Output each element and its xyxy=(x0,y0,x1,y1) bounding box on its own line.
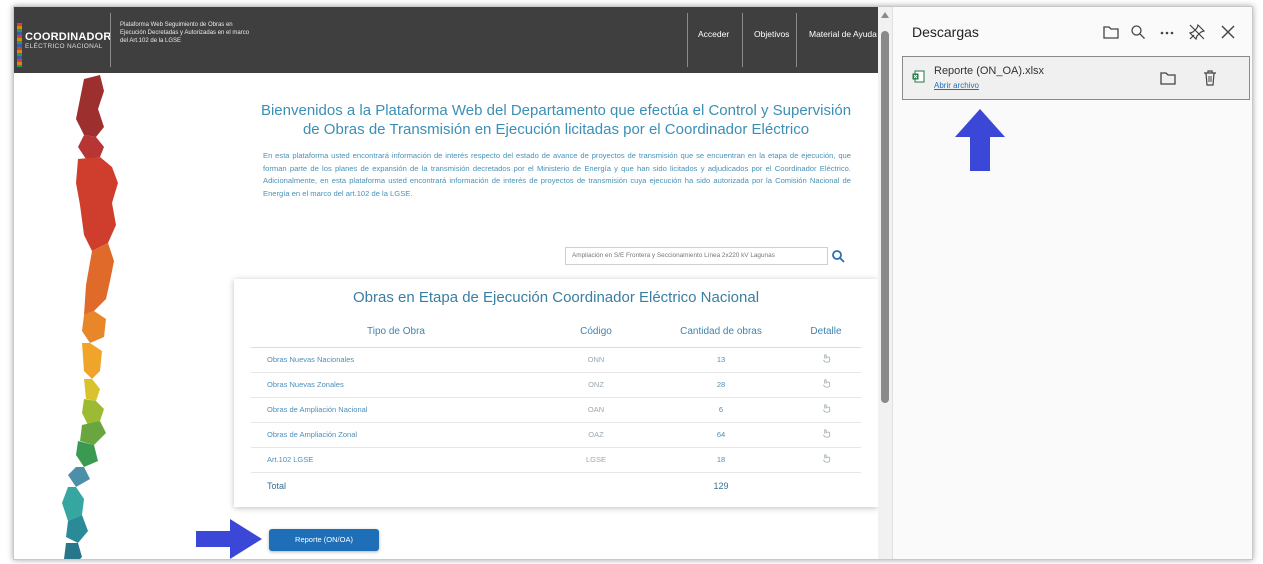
search-icon[interactable] xyxy=(830,248,846,264)
welcome-title: Bienvenidos a la Plataforma Web del Depa… xyxy=(260,102,852,138)
site-header: COORDINADOR ELÉCTRICO NACIONAL Plataform… xyxy=(14,7,878,73)
hand-pointer-icon[interactable] xyxy=(822,379,831,388)
download-filename: Reporte (ON_OA).xlsx xyxy=(934,65,1045,77)
cell-codigo: OAZ xyxy=(541,422,651,448)
arrow-right-icon xyxy=(196,519,262,559)
nav-objetivos[interactable]: Objetivos xyxy=(754,29,789,39)
col-header-tipo: Tipo de Obra xyxy=(251,317,541,348)
chile-regions-map[interactable] xyxy=(54,75,154,560)
cell-codigo: ONZ xyxy=(541,372,651,398)
cell-cantidad: 18 xyxy=(651,447,791,473)
folder-icon[interactable] xyxy=(1102,23,1120,41)
cell-tipo: Obras de Ampliación Nacional xyxy=(251,397,541,423)
hand-pointer-icon[interactable] xyxy=(822,404,831,413)
cell-cantidad: 13 xyxy=(651,347,791,373)
cell-tipo: Art.102 LGSE xyxy=(251,447,541,473)
show-in-folder-icon[interactable] xyxy=(1159,69,1177,87)
scrollbar-thumb[interactable] xyxy=(881,31,889,403)
open-file-link[interactable]: Abrir archivo xyxy=(934,81,979,90)
cell-tipo: Obras de Ampliación Zonal xyxy=(251,422,541,448)
cell-codigo: LGSE xyxy=(541,447,651,473)
logo-main-text[interactable]: COORDINADOR xyxy=(25,31,112,43)
cell-cantidad: 64 xyxy=(651,422,791,448)
cell-tipo: Obras Nuevas Nacionales xyxy=(251,347,541,373)
header-divider xyxy=(110,13,111,67)
arrow-up-icon xyxy=(955,109,1005,171)
table-row: Obras Nuevas Zonales ONZ 28 xyxy=(251,372,861,398)
cell-cantidad: 28 xyxy=(651,372,791,398)
search-input[interactable]: Ampliación en S/E Frontera y Seccionamie… xyxy=(565,247,828,265)
obras-summary-card: Obras en Etapa de Ejecución Coordinador … xyxy=(234,279,878,507)
report-button[interactable]: Reporte (ON/OA) xyxy=(269,529,379,551)
obras-table: Tipo de Obra Código Cantidad de obras De… xyxy=(251,317,861,500)
cell-cantidad: 6 xyxy=(651,397,791,423)
nav-acceder[interactable]: Acceder xyxy=(698,29,729,39)
page-scrollbar[interactable] xyxy=(878,7,892,559)
hand-pointer-icon[interactable] xyxy=(822,429,831,438)
excel-file-icon xyxy=(912,70,925,83)
col-header-detalle: Detalle xyxy=(791,317,861,348)
col-header-cantidad: Cantidad de obras xyxy=(651,317,791,348)
hand-pointer-icon[interactable] xyxy=(822,354,831,363)
nav-divider xyxy=(796,13,797,67)
cell-tipo: Obras Nuevas Zonales xyxy=(251,372,541,398)
total-label: Total xyxy=(267,481,287,492)
scroll-up-arrow-icon[interactable] xyxy=(881,12,889,18)
total-value: 129 xyxy=(713,481,729,492)
website-viewport: COORDINADOR ELÉCTRICO NACIONAL Plataform… xyxy=(14,7,878,560)
app-window: COORDINADOR ELÉCTRICO NACIONAL Plataform… xyxy=(13,6,1253,560)
downloads-panel: Descargas Reporte (ON_OA).xlsx Abrir arc… xyxy=(892,7,1252,559)
platform-title: Plataforma Web Seguimiento de Obras en E… xyxy=(120,22,250,44)
hand-pointer-icon[interactable] xyxy=(822,454,831,463)
download-item[interactable]: Reporte (ON_OA).xlsx Abrir archivo xyxy=(902,56,1250,100)
table-total-row: Total 129 xyxy=(251,472,861,500)
card-title: Obras en Etapa de Ejecución Coordinador … xyxy=(352,289,760,306)
logo-mark xyxy=(17,23,22,67)
cell-codigo: ONN xyxy=(541,347,651,373)
nav-divider xyxy=(742,13,743,67)
table-header-row: Tipo de Obra Código Cantidad de obras De… xyxy=(251,317,861,348)
table-row: Obras Nuevas Nacionales ONN 13 xyxy=(251,347,861,373)
table-row: Art.102 LGSE LGSE 18 xyxy=(251,447,861,473)
table-row: Obras de Ampliación Nacional OAN 6 xyxy=(251,397,861,423)
logo-sub-text: ELÉCTRICO NACIONAL xyxy=(25,43,103,50)
more-icon[interactable] xyxy=(1158,23,1176,41)
welcome-text: En esta plataforma usted encontrará info… xyxy=(263,151,851,198)
delete-icon[interactable] xyxy=(1201,69,1219,87)
table-row: Obras de Ampliación Zonal OAZ 64 xyxy=(251,422,861,448)
nav-divider xyxy=(687,13,688,67)
cell-codigo: OAN xyxy=(541,397,651,423)
nav-material-ayuda[interactable]: Material de Ayuda xyxy=(809,29,877,39)
col-header-codigo: Código xyxy=(541,317,651,348)
search-icon[interactable] xyxy=(1129,23,1147,41)
close-icon[interactable] xyxy=(1219,23,1237,41)
pin-icon[interactable] xyxy=(1188,23,1206,41)
downloads-title: Descargas xyxy=(912,24,979,40)
